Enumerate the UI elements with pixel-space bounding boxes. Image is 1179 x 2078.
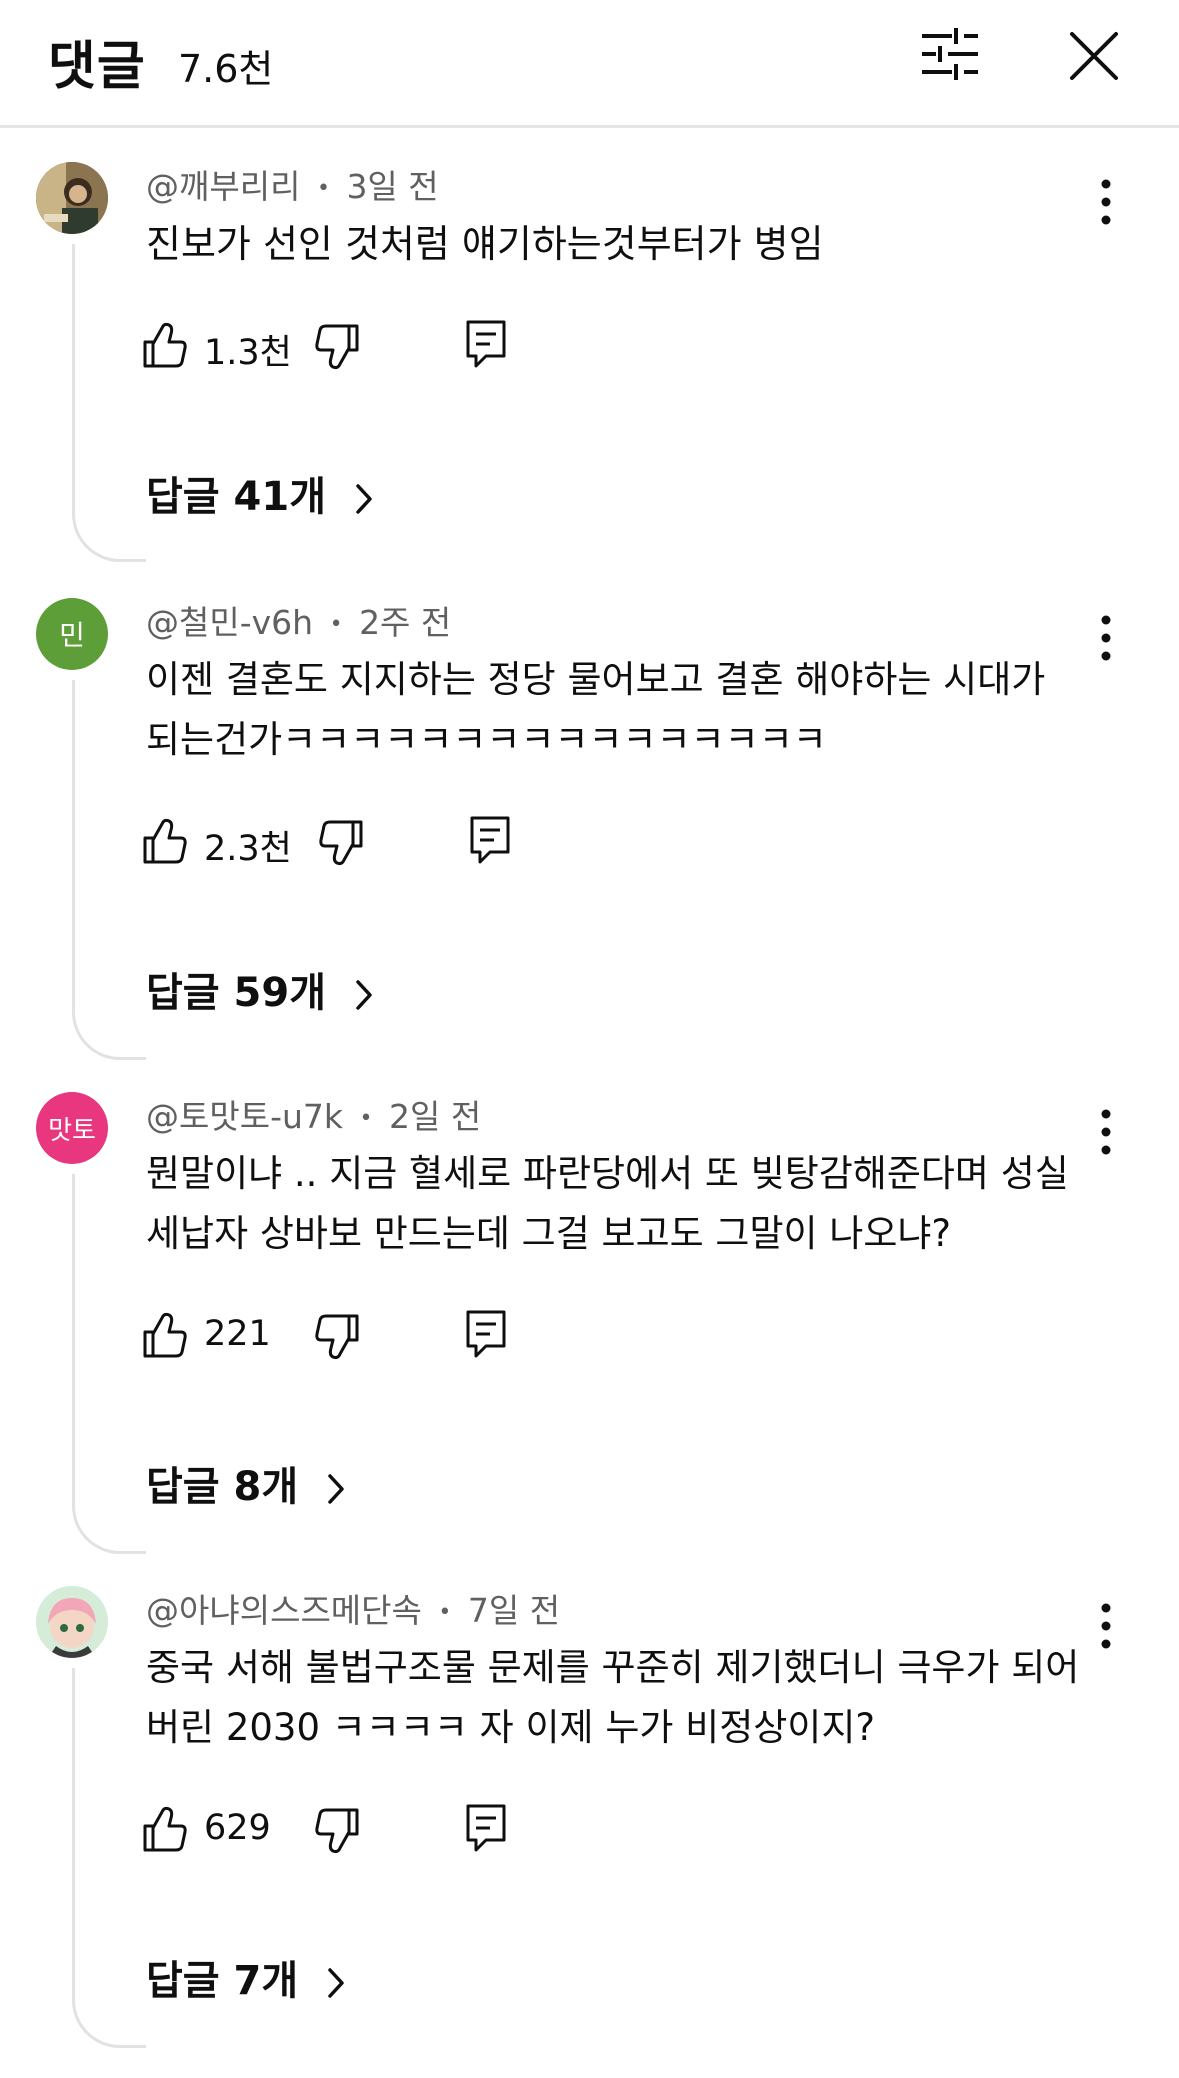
comment-time: 3일 전 (346, 167, 439, 206)
thumbs-down-icon[interactable] (314, 322, 360, 372)
thumbs-down-icon[interactable] (314, 1806, 360, 1856)
view-replies-button[interactable]: 답글 8개 (146, 1454, 346, 1512)
chevron-right-icon (356, 484, 372, 514)
replies-label: 답글 41개 (146, 474, 326, 520)
author-name[interactable]: @깨부리리 (146, 167, 300, 206)
avatar[interactable] (36, 162, 108, 234)
comment-meta: @철민-v6h • 2주 전 (146, 596, 451, 644)
meta-separator: • (438, 1600, 452, 1625)
header-title: 댓글 (48, 37, 146, 97)
close-icon[interactable] (1066, 28, 1122, 84)
author-name[interactable]: @철민-v6h (146, 603, 313, 642)
like-count: 2.3천 (204, 829, 292, 869)
reply-comment-icon[interactable] (464, 1308, 508, 1360)
comment-item: 민 @철민-v6h • 2주 전 이젠 결혼도 지지하는 정당 물어보고 결혼 … (0, 596, 1179, 1090)
chevron-right-icon (356, 980, 372, 1010)
reply-comment-icon[interactable] (468, 814, 512, 866)
comment-meta: @토맛토-u7k • 2일 전 (146, 1090, 481, 1138)
comment-count: 7.6천 (178, 47, 274, 91)
comment-time: 2주 전 (359, 603, 452, 642)
more-vertical-icon[interactable] (1090, 1598, 1122, 1654)
like-count: 221 (204, 1314, 271, 1354)
replies-label: 답글 7개 (146, 1958, 299, 2004)
thread-line (72, 680, 146, 1060)
view-replies-button[interactable]: 답글 41개 (146, 464, 374, 522)
thumbs-down-icon[interactable] (318, 818, 364, 868)
comment-meta: @아냐의스즈메단속 • 7일 전 (146, 1584, 560, 1632)
thumbs-down-icon[interactable] (314, 1312, 360, 1362)
author-name[interactable]: @아냐의스즈메단속 (146, 1591, 422, 1630)
thumbs-up-icon[interactable] (142, 816, 188, 866)
comment-meta: @깨부리리 • 3일 전 (146, 160, 439, 208)
author-name[interactable]: @토맛토-u7k (146, 1097, 343, 1136)
comment-time: 2일 전 (389, 1097, 482, 1136)
replies-label: 답글 59개 (146, 970, 326, 1016)
meta-separator: • (359, 1106, 373, 1131)
more-vertical-icon[interactable] (1090, 174, 1122, 230)
comment-item: @아냐의스즈메단속 • 7일 전 중국 서해 불법구조물 문제를 꾸준히 제기했… (0, 1584, 1179, 2078)
avatar[interactable]: 맛토 (36, 1092, 108, 1164)
comment-item: 맛토 @토맛토-u7k • 2일 전 뭔말이냐 .. 지금 혈세로 파란당에서 … (0, 1090, 1179, 1584)
reply-comment-icon[interactable] (464, 1802, 508, 1854)
more-vertical-icon[interactable] (1090, 610, 1122, 666)
avatar[interactable] (36, 1586, 108, 1658)
comment-time: 7일 전 (467, 1591, 561, 1630)
comment-text: 이젠 결혼도 지지하는 정당 물어보고 결혼 해야하는 시대가 되는건가ㅋㅋㅋㅋ… (146, 658, 1046, 761)
comment-text: 중국 서해 불법구조물 문제를 꾸준히 제기했더니 극우가 되어버린 2030 … (146, 1646, 1080, 1749)
thread-line (72, 1174, 146, 1554)
like-count: 1.3천 (204, 333, 292, 373)
avatar[interactable]: 민 (36, 598, 108, 670)
replies-label: 답글 8개 (146, 1464, 299, 1510)
thumbs-up-icon[interactable] (142, 1804, 188, 1854)
thread-line (72, 244, 146, 562)
reply-comment-icon[interactable] (464, 318, 508, 370)
chevron-right-icon (328, 1474, 344, 1504)
chevron-right-icon (328, 1968, 344, 1998)
thumbs-up-icon[interactable] (142, 1310, 188, 1360)
comment-item: @깨부리리 • 3일 전 진보가 선인 것처럼 얘기하는것부터가 병임 1.3천… (0, 160, 1179, 654)
like-count: 629 (204, 1808, 271, 1848)
thread-line (72, 1668, 146, 2048)
filter-sliders-icon[interactable] (918, 22, 982, 86)
comments-header: 댓글 7.6천 (0, 0, 1179, 128)
comment-text: 뭔말이냐 .. 지금 혈세로 파란당에서 또 빚탕감해준다며 성실세납자 상바보… (146, 1152, 1069, 1255)
more-vertical-icon[interactable] (1090, 1104, 1122, 1160)
view-replies-button[interactable]: 답글 7개 (146, 1948, 346, 2006)
meta-separator: • (329, 612, 343, 637)
meta-separator: • (316, 176, 330, 201)
view-replies-button[interactable]: 답글 59개 (146, 960, 374, 1018)
thumbs-up-icon[interactable] (142, 320, 188, 370)
comment-text: 진보가 선인 것처럼 얘기하는것부터가 병임 (146, 222, 824, 266)
